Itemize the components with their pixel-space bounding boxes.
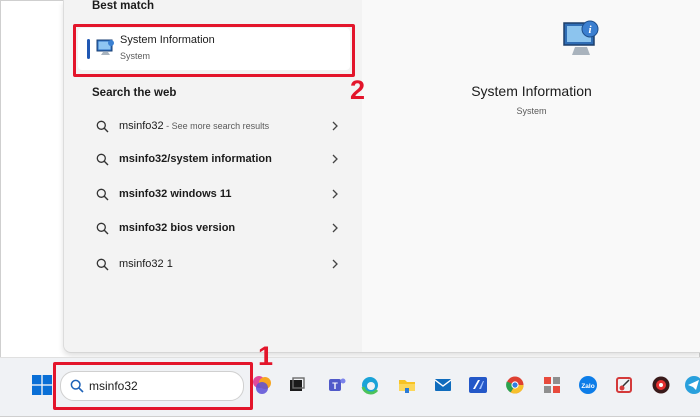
mail-icon[interactable] [433,375,453,395]
telegram-icon[interactable] [684,375,700,395]
chrome-icon[interactable] [505,375,525,395]
web-result-label: msinfo32 windows 11 [119,188,231,200]
detail-pane: i System Information System [362,0,700,352]
detail-subtitle: System [516,106,547,116]
search-icon [96,120,109,133]
teams-icon[interactable]: T [327,375,347,395]
svg-text:Zalo: Zalo [581,383,594,390]
chevron-right-icon [332,223,338,233]
chevron-right-icon [332,154,338,164]
system-information-large-icon: i [563,20,599,55]
web-result-query: msinfo32 bios version [119,222,236,234]
svg-text:T: T [332,381,338,391]
chevron-right-icon [332,121,338,131]
zalo-icon[interactable]: Zalo [578,375,598,395]
chevron-right-icon [332,259,338,269]
search-icon [96,258,109,271]
visual-studio-icon[interactable] [468,375,488,395]
snipping-tool-icon[interactable] [614,375,634,395]
web-result-suffix: - See more search results [163,121,270,131]
web-result-4[interactable]: msinfo32 bios version [82,214,354,244]
web-result-query: msinfo32 windows 11 [119,188,232,200]
search-the-web-heading: Search the web [92,87,177,99]
task-view-icon[interactable] [287,375,307,395]
callout-number-1: 1 [258,341,274,371]
web-result-5[interactable]: msinfo32 1 [82,250,354,280]
search-icon [96,188,109,201]
web-result-query: msinfo32/system information [119,153,272,165]
web-result-label: msinfo32/system information [119,153,272,165]
edge-icon[interactable] [360,375,380,395]
callout-number-2: 2 [350,75,366,105]
callout-box-1 [53,362,253,410]
copilot-icon[interactable] [252,375,272,395]
detail-title: System Information [471,83,592,99]
web-result-2[interactable]: msinfo32/system information [82,145,354,175]
web-result-label: msinfo32 - See more search results [119,120,269,132]
chevron-right-icon [332,189,338,199]
web-result-1[interactable]: msinfo32 - See more search results [82,112,354,142]
web-result-label: msinfo32 bios version [119,222,235,234]
web-result-label: msinfo32 1 [119,258,173,270]
best-match-heading: Best match [92,0,154,12]
search-icon [96,222,109,235]
record-icon[interactable] [651,375,671,395]
web-result-query: msinfo32 [119,120,164,132]
search-icon [96,153,109,166]
web-result-3[interactable]: msinfo32 windows 11 [82,180,354,210]
web-result-query: msinfo32 1 [119,258,173,270]
callout-box-2 [73,24,355,77]
app-grid-icon[interactable] [542,375,562,395]
windows-icon[interactable] [32,375,52,395]
file-explorer-icon[interactable] [397,375,417,395]
